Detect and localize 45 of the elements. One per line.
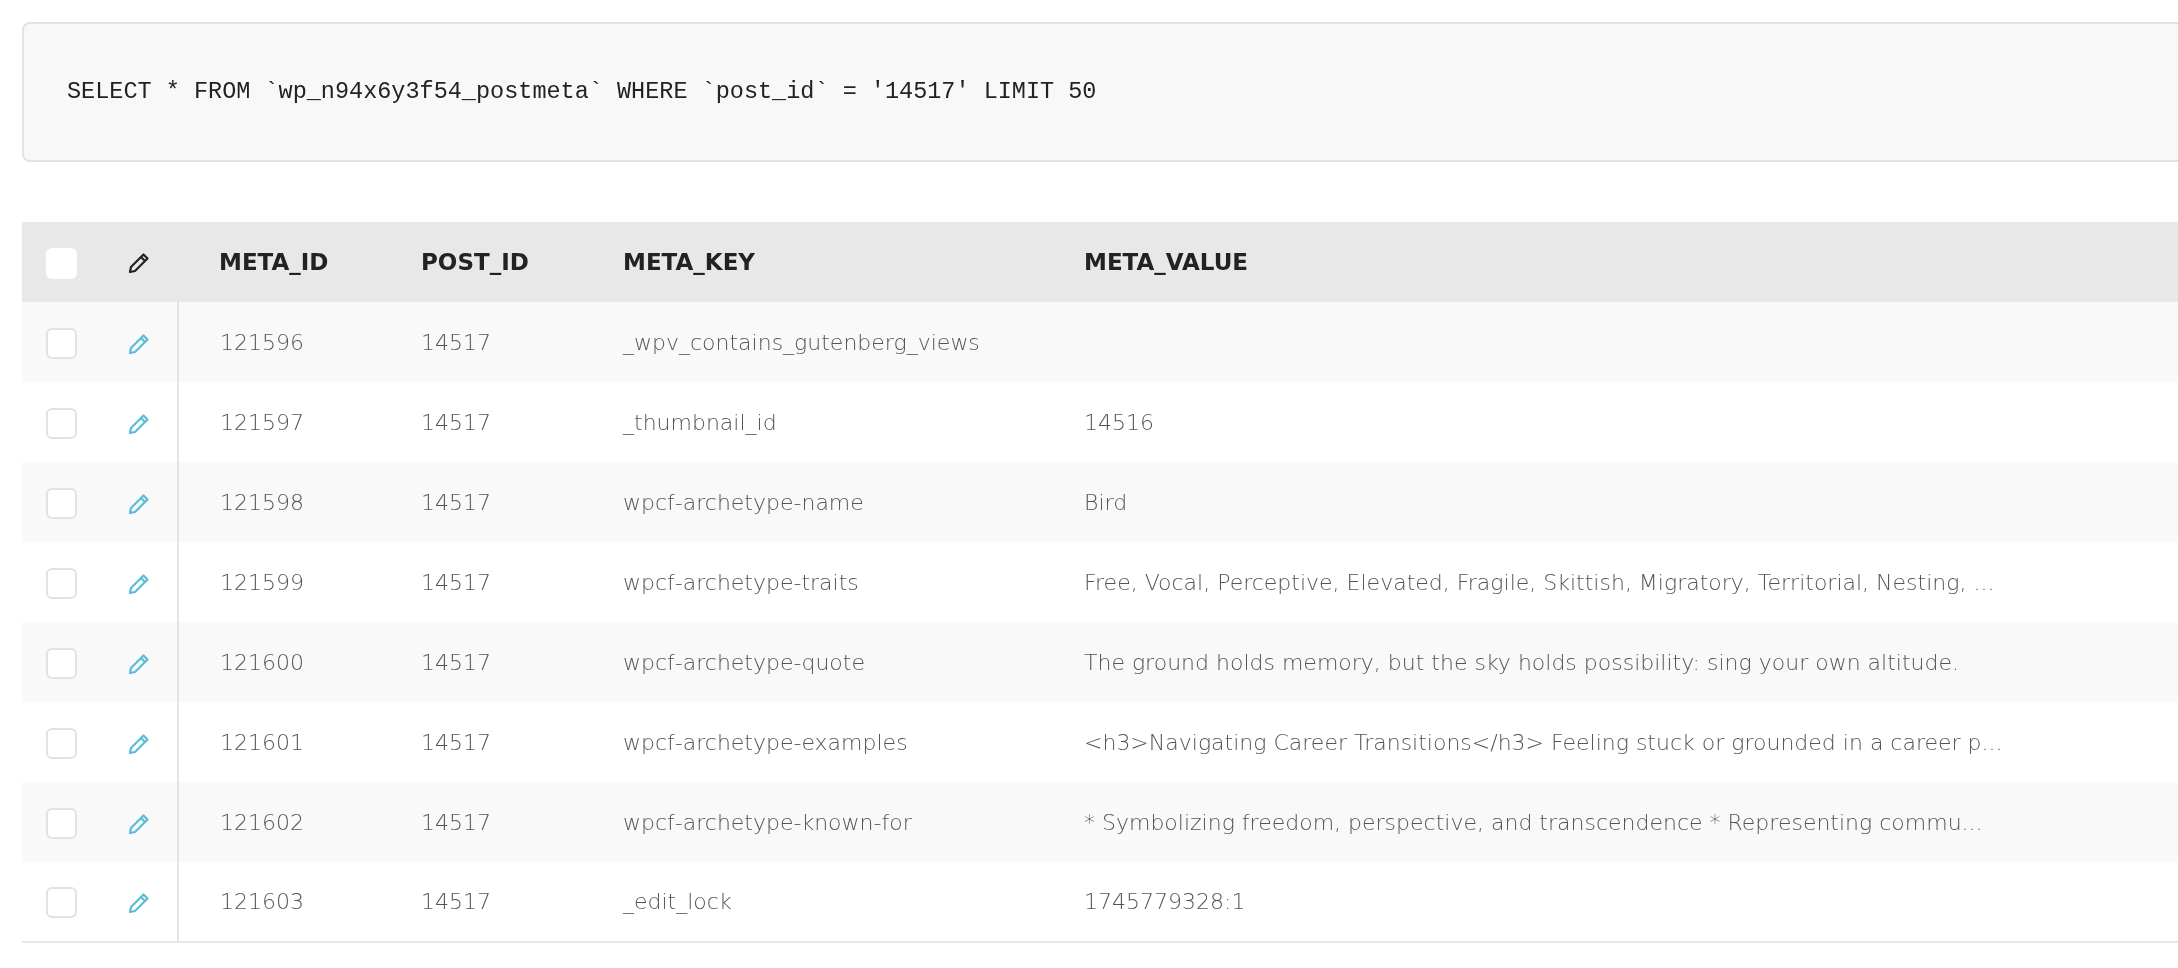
- table-cell: wpcf-archetype-quote: [623, 649, 865, 675]
- table-cell: Free, Vocal, Perceptive, Elevated, Fragile, Skittish, Migratory, Territorial, Nesting, ...: [1084, 569, 1995, 595]
- checkbox[interactable]: [45, 407, 77, 439]
- table-cell: 121597: [220, 409, 304, 435]
- table-cell: 121603: [220, 889, 304, 914]
- column-header[interactable]: META_KEY: [623, 248, 755, 275]
- checkbox[interactable]: [45, 487, 77, 519]
- table-cell: wpcf-archetype-known-for: [623, 809, 912, 835]
- sql-query-text: SELECT * FROM `wp_n94x6y3f54_postmeta` WHERE `post_id` = '14517' LIMIT 50: [67, 77, 1097, 108]
- checkbox[interactable]: [45, 727, 77, 759]
- table-cell: 121596: [220, 329, 304, 355]
- table-cell: 14517: [421, 809, 491, 835]
- checkbox[interactable]: [45, 567, 77, 599]
- table-cell: 14517: [421, 729, 491, 755]
- table-cell: 14517: [421, 889, 491, 914]
- table-cell: 121600: [220, 649, 304, 675]
- table-cell: wpcf-archetype-name: [623, 489, 864, 515]
- table-cell: 14517: [421, 409, 491, 435]
- table-cell: 14517: [421, 649, 491, 675]
- table-cell: 1745779328:1: [1084, 889, 1246, 914]
- table-cell: wpcf-archetype-traits: [623, 569, 859, 595]
- column-header[interactable]: META_VALUE: [1084, 248, 1249, 275]
- checkbox[interactable]: [45, 647, 77, 679]
- table-cell: 121599: [220, 569, 304, 595]
- table-cell: 121598: [220, 489, 304, 515]
- checkbox[interactable]: [45, 807, 77, 839]
- table-cell: 14516: [1084, 409, 1154, 435]
- table-cell: The ground holds memory, but the sky holds possibility: sing your own altitude.: [1084, 649, 1959, 675]
- table-cell: 121602: [220, 809, 304, 835]
- table-cell: _wpv_contains_gutenberg_views: [623, 329, 980, 355]
- pencil-icon[interactable]: [127, 251, 151, 276]
- table-cell: Bird: [1084, 489, 1128, 515]
- table-cell: 121601: [220, 729, 304, 755]
- table-cell: <h3>Navigating Career Transitions</h3> Feeling stuck or grounded in a career p...: [1084, 729, 2003, 755]
- table-cell: _thumbnail_id: [623, 409, 777, 435]
- table-cell: wpcf-archetype-examples: [623, 729, 908, 755]
- column-header[interactable]: POST_ID: [421, 248, 529, 275]
- table-cell: * Symbolizing freedom, perspective, and transcendence * Representing commu...: [1084, 809, 1983, 835]
- table-cell: 14517: [421, 489, 491, 515]
- table-cell: 14517: [421, 329, 491, 355]
- table-cell: _edit_lock: [623, 889, 732, 914]
- checkbox[interactable]: [45, 887, 77, 919]
- column-header[interactable]: META_ID: [219, 248, 329, 275]
- table-cell: 14517: [421, 569, 491, 595]
- checkbox[interactable]: [45, 327, 77, 359]
